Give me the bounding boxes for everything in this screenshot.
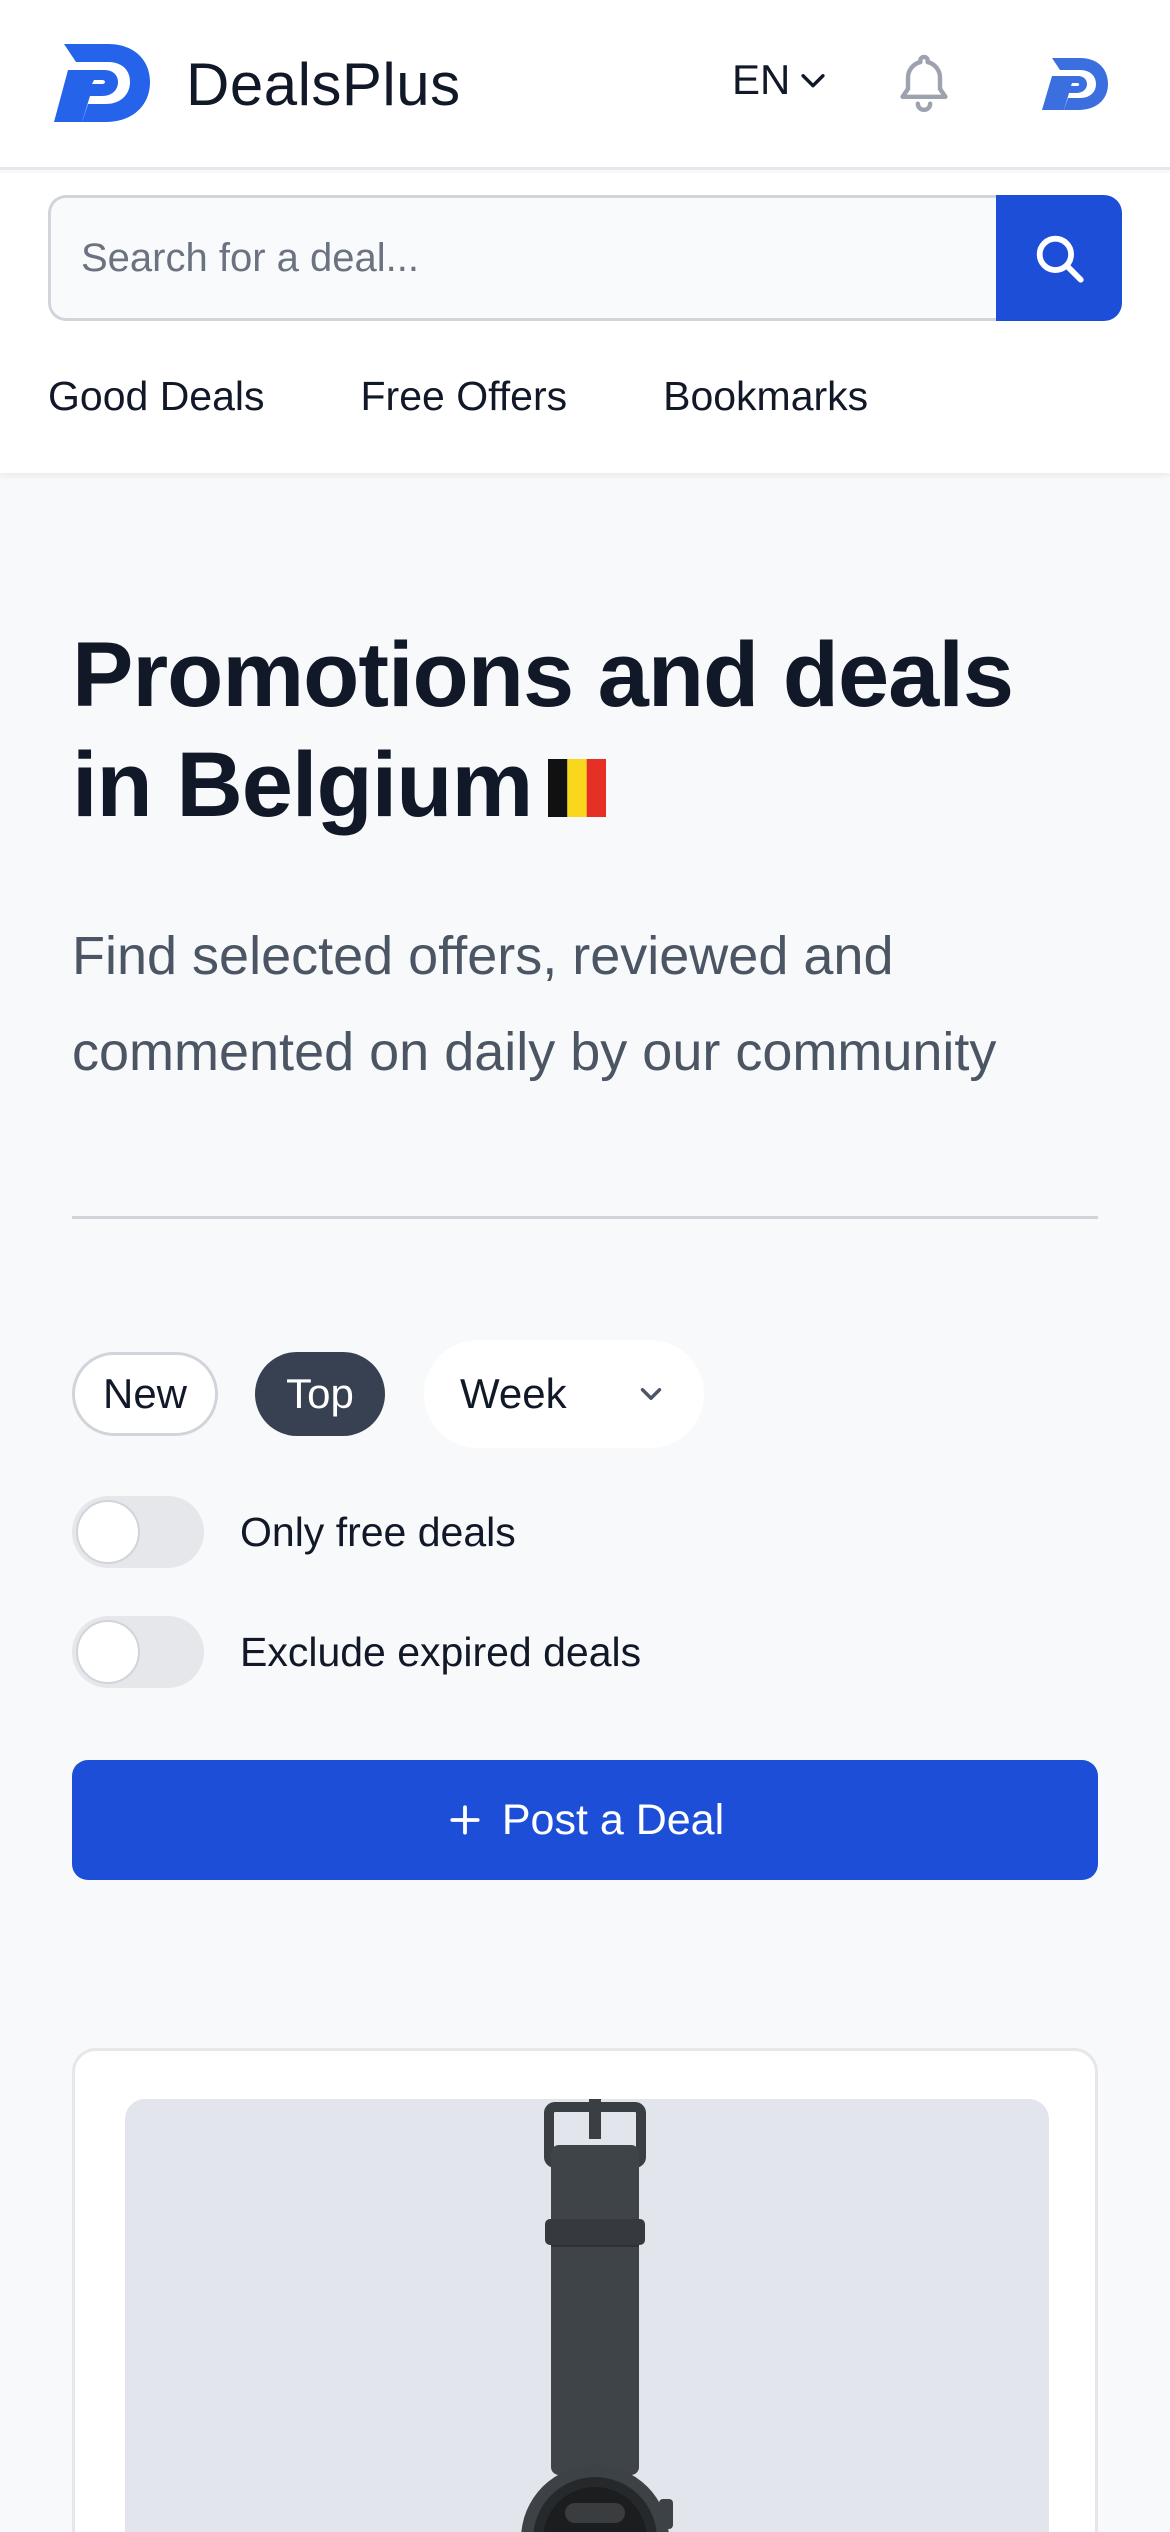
search-input[interactable] xyxy=(48,195,996,321)
free-deals-label: Only free deals xyxy=(240,1508,516,1555)
nav-free-offers[interactable]: Free Offers xyxy=(361,373,568,420)
plus-icon xyxy=(450,1805,480,1835)
language-label: EN xyxy=(732,56,791,103)
chevron-down-icon xyxy=(640,1388,662,1400)
filter-new-button[interactable]: New xyxy=(72,1352,218,1436)
filter-top-button[interactable]: Top xyxy=(255,1352,385,1436)
free-deals-toggle-row: Only free deals xyxy=(72,1496,516,1568)
bell-icon[interactable] xyxy=(894,52,954,116)
divider xyxy=(72,1216,1098,1219)
expired-deals-toggle-row: Exclude expired deals xyxy=(72,1616,641,1688)
belgium-flag-icon xyxy=(548,758,607,817)
page-subtitle: Find selected offers, reviewed and comme… xyxy=(72,926,997,1082)
page-title-text: Promotions and deals in Belgium xyxy=(72,624,1014,836)
dealsplus-logo[interactable] xyxy=(46,40,152,126)
deal-image[interactable] xyxy=(125,2099,1049,2532)
language-selector[interactable]: EN xyxy=(732,56,830,104)
main-nav: Good Deals Free Offers Bookmarks xyxy=(48,373,868,420)
exclude-expired-label: Exclude expired deals xyxy=(240,1628,642,1675)
free-deals-toggle[interactable] xyxy=(72,1496,204,1568)
period-select[interactable]: Week xyxy=(424,1340,704,1448)
nav-good-deals[interactable]: Good Deals xyxy=(48,373,265,420)
period-select-value: Week xyxy=(460,1370,567,1417)
top-header: DealsPlus EN xyxy=(0,0,1170,170)
chevron-down-icon xyxy=(801,74,825,88)
brand-name: DealsPlus xyxy=(186,51,461,118)
search-nav-bar: Good Deals Free Offers Bookmarks xyxy=(0,173,1170,473)
deal-card[interactable] xyxy=(72,2048,1098,2532)
search-button[interactable] xyxy=(996,195,1122,321)
search-icon xyxy=(1036,235,1084,283)
post-deal-label: Post a Deal xyxy=(501,1795,725,1844)
smartwatch-image xyxy=(521,2099,673,2532)
post-deal-button[interactable]: Post a Deal xyxy=(72,1760,1098,1880)
exclude-expired-toggle[interactable] xyxy=(72,1616,204,1688)
user-avatar[interactable] xyxy=(1036,52,1110,116)
search-bar xyxy=(48,195,1122,321)
page-title: Promotions and deals in Belgium xyxy=(72,620,1112,840)
toggle-knob xyxy=(76,1500,140,1564)
toggle-knob xyxy=(76,1620,140,1684)
nav-bookmarks[interactable]: Bookmarks xyxy=(663,373,868,420)
